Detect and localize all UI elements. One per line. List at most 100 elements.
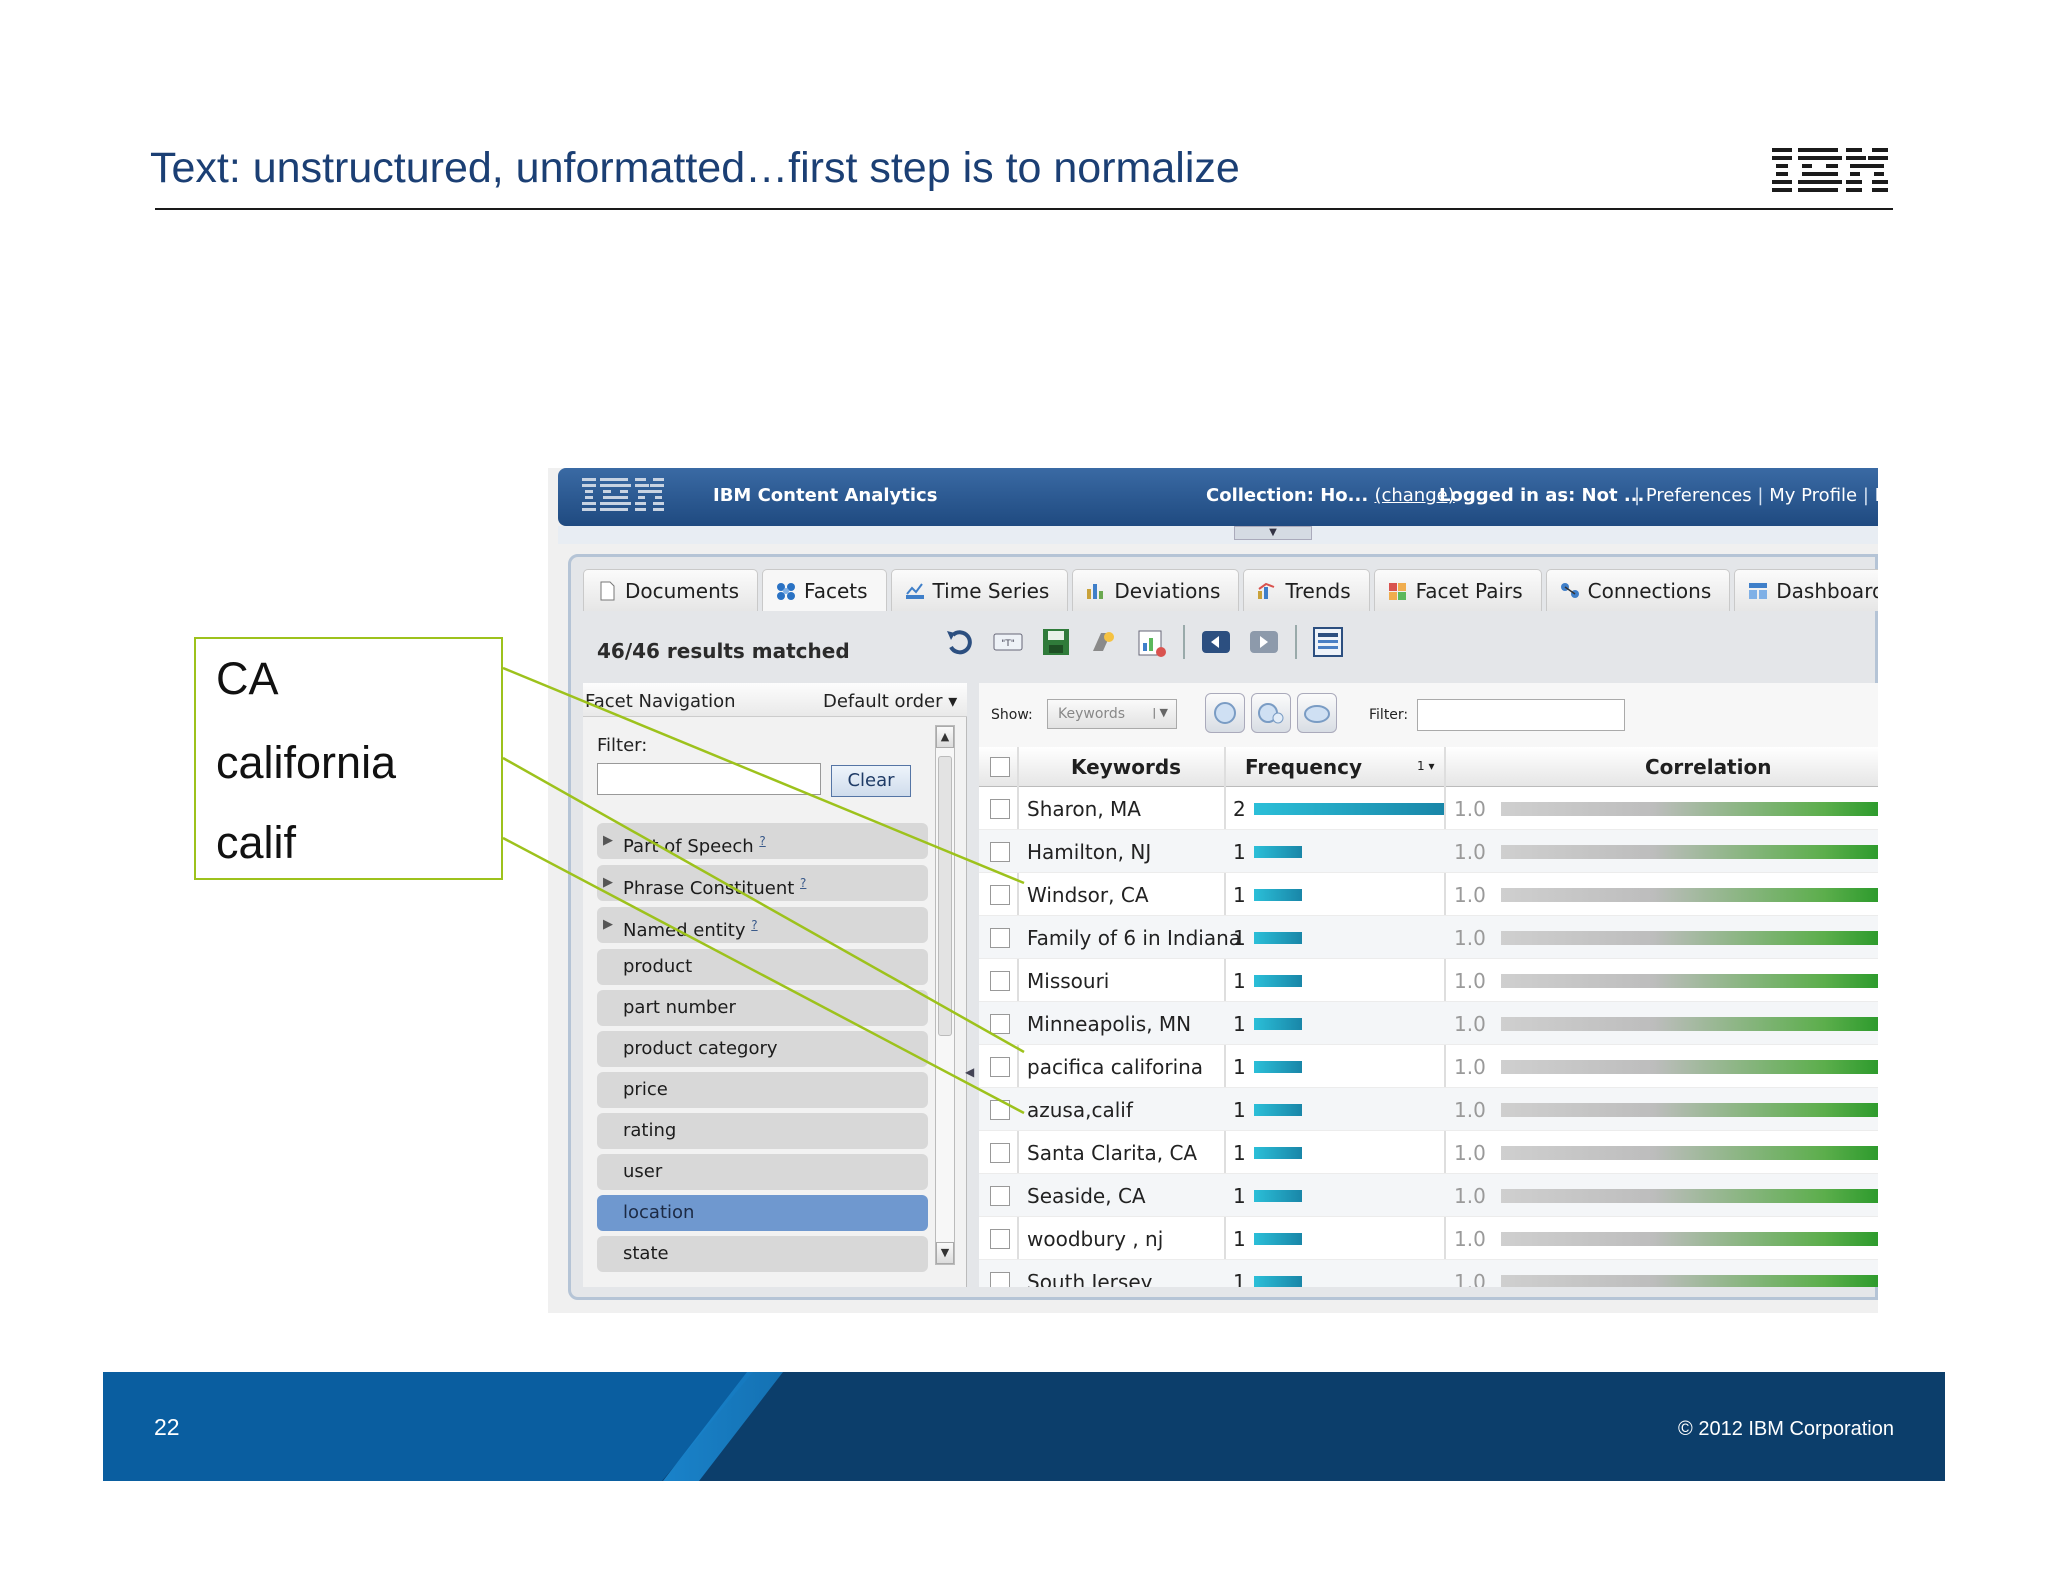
keyword-filter-input[interactable] — [1417, 699, 1625, 731]
facet-item-user[interactable]: user — [597, 1154, 928, 1190]
correlation-value: 1.0 — [1454, 969, 1486, 993]
tab-time-series[interactable]: Time Series — [890, 569, 1069, 611]
column-frequency[interactable]: Frequency — [1245, 755, 1362, 779]
tab-trends[interactable]: Trends — [1243, 569, 1370, 611]
tab-label: Facet Pairs — [1415, 578, 1523, 603]
keyword-cell[interactable]: Missouri — [1027, 969, 1109, 993]
facet-item-product-category[interactable]: product category — [597, 1031, 928, 1067]
table-row[interactable]: Family of 6 in Indiana 1 1.0 — [979, 916, 1878, 959]
forward-icon[interactable] — [1247, 625, 1281, 659]
facet-item-product[interactable]: product — [597, 949, 928, 985]
table-row[interactable]: South Jersey 1 1.0 — [979, 1260, 1878, 1287]
keyword-cell[interactable]: azusa,calif — [1027, 1098, 1133, 1122]
keyword-cell[interactable]: Windsor, CA — [1027, 883, 1149, 907]
report-icon[interactable] — [1135, 625, 1169, 659]
show-select[interactable]: Keywords | ▼ — [1047, 699, 1177, 729]
scrollbar-thumb[interactable] — [938, 756, 952, 1036]
tab-dashboard[interactable]: Dashboard — [1734, 569, 1878, 611]
keyword-cell[interactable]: woodbury , nj — [1027, 1227, 1163, 1251]
scroll-down-icon[interactable]: ▼ — [936, 1242, 954, 1264]
query-icon[interactable]: "T" — [991, 625, 1025, 659]
keyword-cell[interactable]: South Jersey — [1027, 1270, 1152, 1287]
pie-chart-icon — [1214, 702, 1236, 724]
scroll-up-icon[interactable]: ▲ — [936, 726, 954, 748]
table-row[interactable]: pacifica califorina 1 1.0 — [979, 1045, 1878, 1088]
keyword-cell[interactable]: Hamilton, NJ — [1027, 840, 1151, 864]
help-link[interactable]: ? — [800, 876, 806, 890]
facet-order-dropdown[interactable]: Default order ▾ — [823, 691, 957, 712]
facet-item-price[interactable]: price — [597, 1072, 928, 1108]
facet-item-rating[interactable]: rating — [597, 1113, 928, 1149]
preferences-link[interactable]: Preferences — [1646, 485, 1752, 506]
view-pie-button[interactable] — [1205, 693, 1245, 733]
chevron-down-icon: ▾ — [948, 691, 958, 712]
collapse-header-handle[interactable]: ▼ — [1234, 526, 1312, 540]
svg-text:"T": "T" — [1001, 639, 1015, 649]
row-checkbox[interactable] — [990, 1229, 1010, 1249]
row-checkbox[interactable] — [990, 971, 1010, 991]
select-all-checkbox[interactable] — [990, 757, 1010, 777]
row-checkbox[interactable] — [990, 1272, 1010, 1287]
row-checkbox[interactable] — [990, 1057, 1010, 1077]
row-checkbox[interactable] — [990, 1100, 1010, 1120]
table-row[interactable]: Seaside, CA 1 1.0 — [979, 1174, 1878, 1217]
row-checkbox[interactable] — [990, 799, 1010, 819]
tab-facet-pairs[interactable]: Facet Pairs — [1373, 569, 1542, 611]
row-checkbox[interactable] — [990, 1186, 1010, 1206]
save-icon[interactable] — [1039, 625, 1073, 659]
facet-item-location[interactable]: location — [597, 1195, 928, 1231]
normalization-callout: CA california calif — [194, 637, 503, 880]
facet-filter-input[interactable] — [597, 763, 821, 795]
table-row[interactable]: Hamilton, NJ 1 1.0 — [979, 830, 1878, 873]
layout-icon[interactable] — [1311, 625, 1345, 659]
table-row[interactable]: Windsor, CA 1 1.0 — [979, 873, 1878, 916]
export-icon[interactable] — [1087, 625, 1121, 659]
row-checkbox[interactable] — [990, 1014, 1010, 1034]
table-row[interactable]: Missouri 1 1.0 — [979, 959, 1878, 1002]
tab-connections[interactable]: Connections — [1545, 569, 1731, 611]
column-correlation[interactable]: Correlation — [1645, 755, 1771, 779]
correlation-bar — [1501, 1017, 1878, 1031]
keyword-cell[interactable]: Santa Clarita, CA — [1027, 1141, 1197, 1165]
view-bubble-button[interactable] — [1251, 693, 1291, 733]
tab-deviations[interactable]: Deviations — [1072, 569, 1240, 611]
table-row[interactable]: Sharon, MA 2 1.0 — [979, 787, 1878, 830]
facet-item-state[interactable]: state — [597, 1236, 928, 1272]
table-row[interactable]: woodbury , nj 1 1.0 — [979, 1217, 1878, 1260]
facet-scrollbar[interactable]: ▲ ▼ — [935, 725, 955, 1265]
keyword-cell[interactable]: Seaside, CA — [1027, 1184, 1146, 1208]
help-link[interactable]: ? — [759, 834, 765, 848]
table-row[interactable]: azusa,calif 1 1.0 — [979, 1088, 1878, 1131]
row-checkbox[interactable] — [990, 885, 1010, 905]
row-checkbox[interactable] — [990, 842, 1010, 862]
table-row[interactable]: Minneapolis, MN 1 1.0 — [979, 1002, 1878, 1045]
collapse-panel-icon[interactable]: ◀ — [965, 1065, 974, 1079]
keyword-cell[interactable]: Sharon, MA — [1027, 797, 1141, 821]
frequency-bar — [1254, 932, 1302, 944]
facet-item-named-entity[interactable]: ▶ Named entity ? — [597, 907, 928, 943]
help-link[interactable]: He — [1875, 485, 1878, 506]
tab-documents[interactable]: Documents — [583, 569, 759, 611]
keyword-cell[interactable]: Family of 6 in Indiana — [1027, 926, 1241, 950]
back-icon[interactable] — [1199, 625, 1233, 659]
facet-item-part-number[interactable]: part number — [597, 990, 928, 1026]
row-checkbox[interactable] — [990, 1143, 1010, 1163]
keyword-cell[interactable]: pacifica califorina — [1027, 1055, 1203, 1079]
table-row[interactable]: Santa Clarita, CA 1 1.0 — [979, 1131, 1878, 1174]
my-profile-link[interactable]: My Profile — [1769, 485, 1857, 506]
help-link[interactable]: ? — [751, 918, 757, 932]
bubble-icon — [1258, 703, 1284, 724]
tab-facets[interactable]: Facets — [762, 569, 887, 611]
facet-item-part-of-speech[interactable]: ▶ Part of Speech ? — [597, 823, 928, 859]
toolbar-separator — [1183, 625, 1185, 659]
undo-icon[interactable] — [943, 625, 977, 659]
keyword-cell[interactable]: Minneapolis, MN — [1027, 1012, 1191, 1036]
clear-filter-button[interactable]: Clear — [831, 765, 911, 797]
view-cloud-button[interactable] — [1297, 693, 1337, 733]
facet-item-phrase-constituent[interactable]: ▶ Phrase Constituent ? — [597, 865, 928, 901]
column-keywords[interactable]: Keywords — [1071, 755, 1181, 779]
row-checkbox[interactable] — [990, 928, 1010, 948]
correlation-value: 1.0 — [1454, 1098, 1486, 1122]
frequency-bar — [1254, 1233, 1302, 1245]
sort-indicator[interactable]: 1 ▾ — [1417, 759, 1434, 773]
